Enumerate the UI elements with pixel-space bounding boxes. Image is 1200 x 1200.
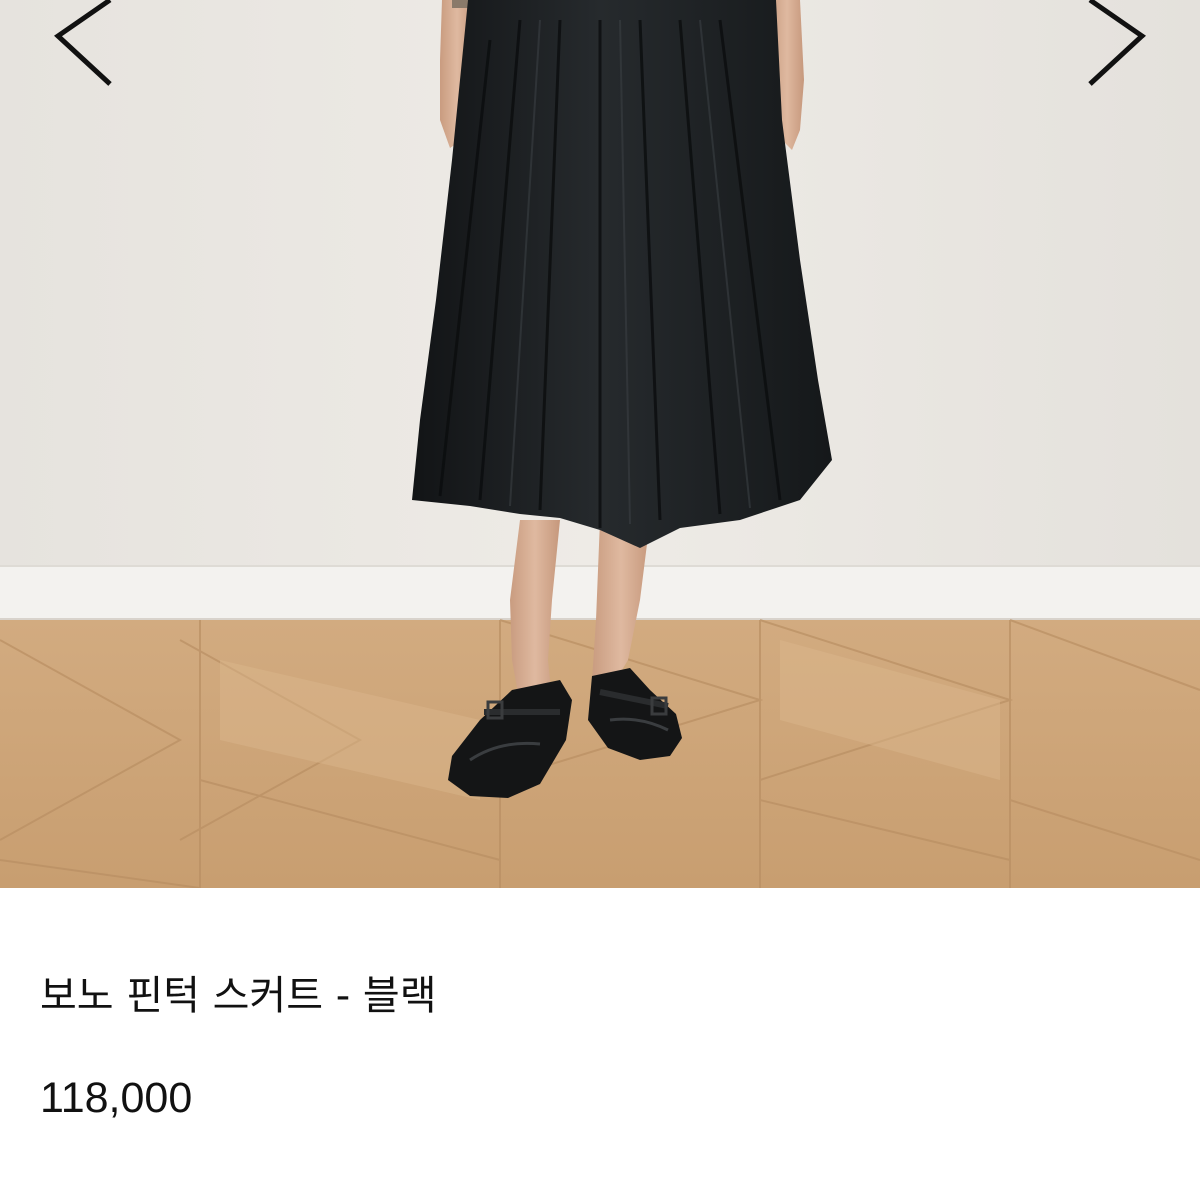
gallery-prev-button[interactable] [40,0,120,96]
product-title: 보노 핀턱 스커트 - 블랙 [40,973,437,1019]
product-image[interactable] [0,0,1200,888]
product-photo-graphic [0,0,1200,888]
chevron-right-icon [1088,0,1146,86]
product-page: 보노 핀턱 스커트 - 블랙 118,000 [0,0,1200,1200]
product-price: 118,000 [40,1074,193,1122]
gallery-next-button[interactable] [1080,0,1160,96]
chevron-left-icon [54,0,112,86]
